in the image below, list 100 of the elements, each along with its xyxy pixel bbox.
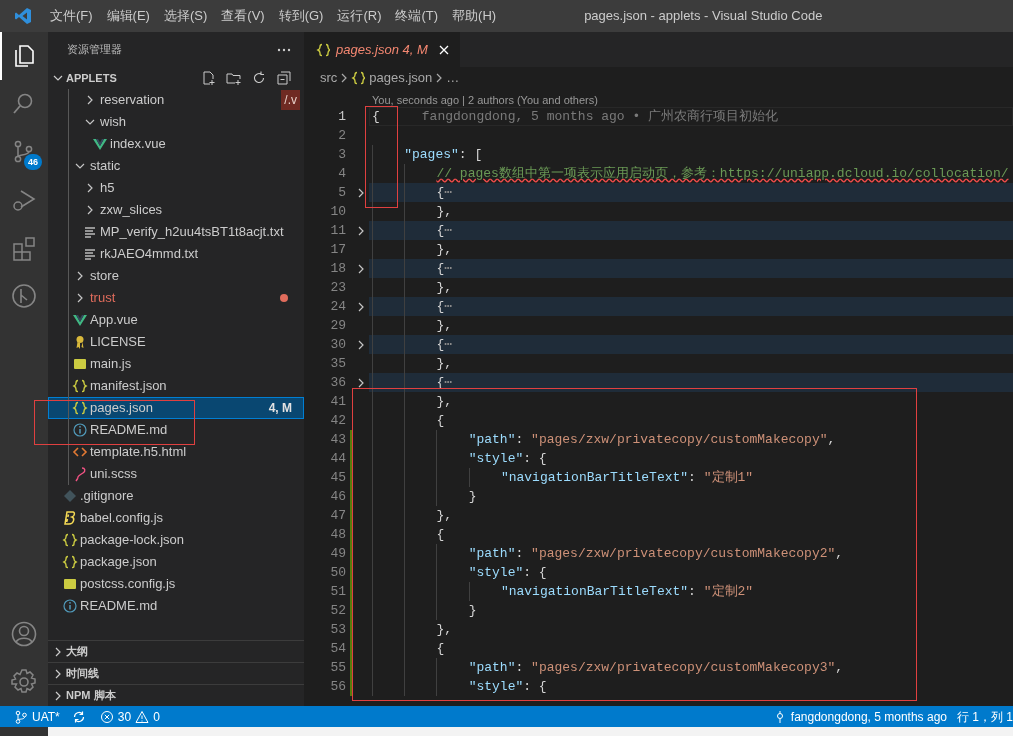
line-number: 53 bbox=[329, 620, 346, 639]
menu-item[interactable]: 选择(S) bbox=[156, 6, 215, 26]
status-item[interactable]: UAT* bbox=[14, 707, 60, 726]
tree-item[interactable]: index.vue bbox=[48, 133, 304, 155]
code-line: { bbox=[372, 108, 380, 126]
menu-item[interactable]: 转到(G) bbox=[271, 6, 331, 26]
js-file-icon bbox=[72, 356, 88, 372]
line-number: 36 bbox=[329, 373, 346, 392]
code-line: }, bbox=[372, 506, 453, 525]
menu-item[interactable]: 查看(V) bbox=[214, 6, 272, 26]
editor-tab[interactable]: pages.json 4, M bbox=[304, 32, 460, 67]
panel-header[interactable]: 大纲 bbox=[48, 640, 304, 662]
sync-icon[interactable] bbox=[71, 709, 86, 724]
menu-item[interactable]: 终端(T) bbox=[388, 6, 446, 26]
new-file-icon[interactable] bbox=[201, 70, 217, 86]
tree-item[interactable]: trust bbox=[48, 287, 304, 309]
breadcrumb-item[interactable]: src bbox=[320, 68, 338, 88]
line-number: 29 bbox=[329, 316, 346, 335]
line-number: 1 bbox=[337, 107, 346, 126]
tree-item[interactable]: package-lock.json bbox=[48, 529, 304, 551]
settings-icon bbox=[10, 668, 38, 696]
tree-item[interactable]: rkJAEO4mmd.txt bbox=[48, 243, 304, 265]
code-line: {⋯ bbox=[372, 221, 453, 240]
text-file-icon bbox=[82, 246, 98, 262]
code-line: } bbox=[372, 487, 477, 506]
tree-item[interactable]: postcss.config.js bbox=[48, 573, 304, 595]
braces-icon bbox=[316, 41, 330, 58]
code-line: {⋯ bbox=[372, 297, 453, 316]
code-line: { bbox=[372, 639, 445, 658]
code-line: {⋯ bbox=[372, 335, 453, 354]
braces-icon bbox=[62, 554, 78, 570]
collapse-all-icon[interactable] bbox=[276, 70, 292, 86]
menu-item[interactable]: 编辑(E) bbox=[99, 6, 157, 26]
section-header[interactable]: APPLETS bbox=[50, 69, 192, 87]
tree-item[interactable]: package.json bbox=[48, 551, 304, 573]
new-folder-icon[interactable] bbox=[226, 70, 242, 86]
tree-item[interactable]: reservation /.v bbox=[48, 89, 304, 111]
activity-bar-item[interactable]: 46 bbox=[0, 128, 48, 176]
code-line: {⋯ bbox=[372, 259, 453, 278]
menu-item[interactable]: 文件(F) bbox=[43, 6, 100, 26]
tree-item[interactable]: uni.scss bbox=[48, 463, 304, 485]
line-number: 44 bbox=[329, 449, 346, 468]
line-number: 11 bbox=[329, 221, 346, 240]
vue-icon bbox=[72, 312, 88, 328]
breadcrumb-item[interactable]: pages.json bbox=[351, 68, 433, 88]
tree-item[interactable]: babel.config.js bbox=[48, 507, 304, 529]
code-line: "path": "pages/zxw/privatecopy/customMakecopy", bbox=[372, 430, 836, 449]
sidebar-title: 资源管理器 bbox=[67, 42, 123, 58]
tree-item[interactable]: LICENSE bbox=[48, 331, 304, 353]
tree-item[interactable]: App.vue bbox=[48, 309, 304, 331]
problems-status[interactable]: 30 0 bbox=[99, 707, 160, 726]
code-line: } bbox=[372, 601, 477, 620]
line-number: 54 bbox=[329, 639, 346, 658]
vscode-logo-icon bbox=[14, 7, 32, 25]
line-number: 46 bbox=[329, 487, 346, 506]
refresh-icon[interactable] bbox=[251, 70, 267, 86]
tree-item[interactable]: template.h5.html bbox=[48, 441, 304, 463]
panel-header[interactable]: 时间线 bbox=[48, 662, 304, 684]
blame-annotation: fangdongdong, 5 months ago • 广州农商行项目初始化 bbox=[421, 107, 779, 126]
codelens-text[interactable]: You, seconds ago | 2 authors (You and others) bbox=[372, 93, 598, 107]
line-number: 3 bbox=[337, 145, 346, 164]
tree-item[interactable]: MP_verify_h2uu4tsBT1t8acjt.txt bbox=[48, 221, 304, 243]
window-title: pages.json - applets - Visual Studio Code bbox=[584, 7, 823, 26]
code-line: "style": { bbox=[372, 449, 547, 468]
line-number: 56 bbox=[329, 677, 346, 696]
warning-icon bbox=[135, 709, 150, 724]
menu-item[interactable]: 帮助(H) bbox=[445, 6, 504, 26]
code-line: { bbox=[372, 525, 445, 544]
tree-item[interactable]: main.js bbox=[48, 353, 304, 375]
line-number: 55 bbox=[329, 658, 346, 677]
line-number: 35 bbox=[329, 354, 346, 373]
tree-item[interactable]: README.md bbox=[48, 595, 304, 617]
status-item[interactable]: fangdongdong, 5 months ago bbox=[772, 707, 947, 726]
code-line: "path": "pages/zxw/privatecopy/customMakecopy3", bbox=[372, 658, 844, 677]
line-number: 2 bbox=[337, 126, 346, 145]
tree-item[interactable]: static bbox=[48, 155, 304, 177]
file-tag: /.v bbox=[281, 90, 300, 110]
line-number: 4 bbox=[337, 164, 346, 183]
status-label: 4, M bbox=[268, 400, 292, 417]
diamond-icon bbox=[62, 488, 78, 504]
tree-item[interactable]: store bbox=[48, 265, 304, 287]
tree-item[interactable]: README.md bbox=[48, 419, 304, 441]
text-file-icon bbox=[82, 224, 98, 240]
code-line: {⋯ bbox=[372, 183, 453, 202]
tree-item[interactable]: zxw_slices bbox=[48, 199, 304, 221]
tree-item[interactable]: h5 bbox=[48, 177, 304, 199]
tree-item[interactable]: wish bbox=[48, 111, 304, 133]
status-item[interactable]: 行 1，列 1 bbox=[957, 707, 1013, 726]
breadcrumb-item[interactable]: … bbox=[446, 68, 460, 88]
line-number: 48 bbox=[329, 525, 346, 544]
info-icon bbox=[62, 598, 78, 614]
line-number: 10 bbox=[329, 202, 346, 221]
code-line: "path": "pages/zxw/privatecopy/customMakecopy2", bbox=[372, 544, 844, 563]
menu-item[interactable]: 运行(R) bbox=[330, 6, 389, 26]
code-line: "navigationBarTitleText": "定制1" bbox=[372, 468, 754, 487]
line-number: 30 bbox=[329, 335, 346, 354]
tree-item[interactable]: pages.json 4, M bbox=[48, 397, 304, 419]
tree-item[interactable]: .gitignore bbox=[48, 485, 304, 507]
line-number: 24 bbox=[329, 297, 346, 316]
notification-badge: 46 bbox=[24, 154, 42, 170]
